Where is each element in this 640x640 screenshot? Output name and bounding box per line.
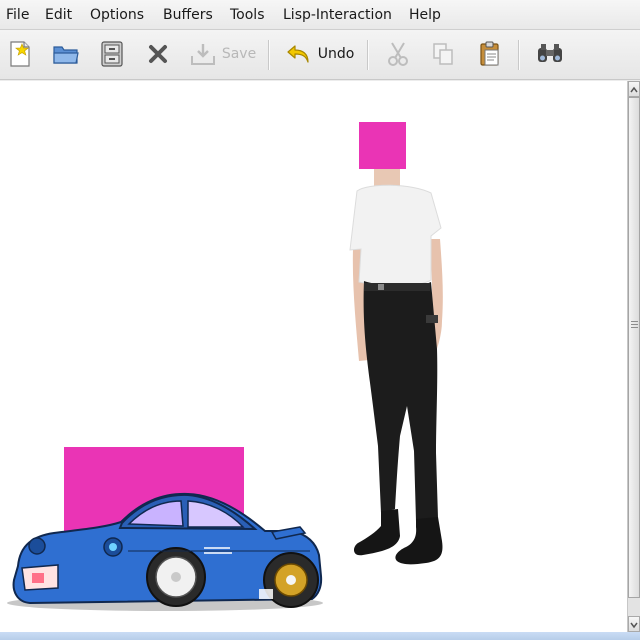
face-redaction-box — [359, 122, 406, 169]
toolbar-separator — [268, 40, 269, 70]
tool-bar: Save Undo — [0, 30, 640, 80]
person-figure — [349, 165, 443, 565]
buffer-image — [7, 122, 443, 611]
scroll-grip-line — [631, 321, 638, 322]
mode-line-strip — [0, 632, 640, 640]
new-file-button[interactable] — [5, 37, 35, 71]
menu-lisp-interaction[interactable]: Lisp-Interaction — [283, 0, 392, 30]
search-button[interactable] — [533, 37, 567, 71]
menu-help[interactable]: Help — [409, 0, 441, 30]
save-icon — [190, 42, 216, 66]
scroll-thumb[interactable] — [628, 97, 640, 598]
scissors-icon — [386, 41, 410, 67]
open-folder-icon — [52, 42, 80, 66]
close-icon — [147, 43, 169, 65]
file-cabinet-icon — [100, 41, 124, 67]
paste-icon — [478, 41, 502, 67]
menu-buffers[interactable]: Buffers — [163, 0, 213, 30]
undo-button[interactable]: Undo — [283, 37, 357, 71]
open-file-button[interactable] — [50, 37, 82, 71]
menu-options[interactable]: Options — [90, 0, 144, 30]
emacs-window: File Edit Options Buffers Tools Lisp-Int… — [0, 0, 640, 640]
menu-edit[interactable]: Edit — [45, 0, 72, 30]
scroll-down-button[interactable] — [628, 616, 640, 632]
new-file-icon — [8, 41, 32, 67]
copy-button[interactable] — [428, 37, 458, 71]
toolbar-separator — [518, 40, 519, 70]
binoculars-icon — [535, 42, 565, 66]
undo-icon — [286, 42, 312, 66]
scroll-up-button[interactable] — [628, 81, 640, 97]
menu-tools[interactable]: Tools — [230, 0, 265, 30]
cut-button[interactable] — [383, 37, 413, 71]
vertical-scrollbar[interactable] — [627, 81, 640, 632]
copy-icon — [431, 41, 455, 67]
save-label: Save — [221, 46, 257, 62]
close-buffer-button[interactable] — [143, 37, 173, 71]
paste-button[interactable] — [475, 37, 505, 71]
scroll-grip-line — [631, 324, 638, 325]
save-button[interactable]: Save — [188, 37, 258, 71]
undo-label: Undo — [317, 46, 355, 62]
car-illustration — [7, 492, 323, 611]
menu-bar: File Edit Options Buffers Tools Lisp-Int… — [0, 0, 640, 30]
menu-file[interactable]: File — [6, 0, 29, 30]
buffer-content[interactable] — [0, 81, 627, 632]
dired-button[interactable] — [96, 37, 128, 71]
scroll-grip-line — [631, 327, 638, 328]
toolbar-separator — [367, 40, 368, 70]
